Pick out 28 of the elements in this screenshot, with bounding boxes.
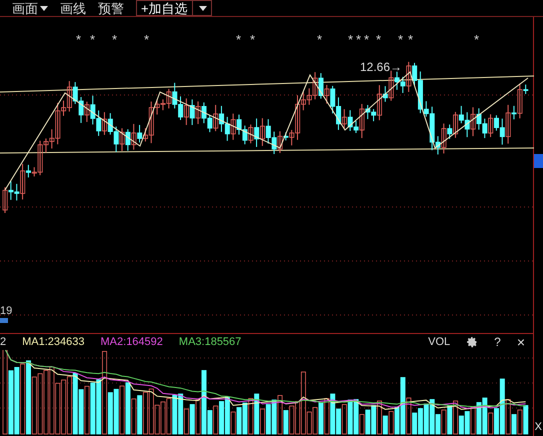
signal-mark: * [356, 33, 362, 46]
axis-label: 19 [0, 306, 12, 317]
ma-label: MA3:185567 [178, 334, 242, 350]
index-label: 2 [0, 334, 6, 350]
peak-price-label: 12.66→ [360, 59, 402, 76]
signal-mark: * [250, 33, 256, 46]
signal-mark: * [112, 33, 118, 46]
signal-mark: * [376, 33, 382, 46]
help-button[interactable]: ? [494, 333, 501, 351]
menu-button[interactable]: 画面 [12, 2, 48, 14]
signal-mark: * [474, 33, 480, 46]
close-button[interactable]: × [516, 335, 525, 349]
signal-mark: * [90, 33, 96, 46]
ma-label: MA1:234633 [22, 334, 85, 350]
toolbar-button[interactable]: 画线 [60, 2, 86, 14]
signal-mark: * [348, 33, 354, 46]
signal-mark: * [398, 33, 404, 46]
signal-mark: * [76, 33, 82, 46]
signal-mark: * [364, 33, 370, 46]
signal-mark: * [408, 33, 414, 46]
signal-mark: * [236, 33, 242, 46]
edge-label: X [534, 420, 542, 434]
add-watchlist-button[interactable]: +加自选 [136, 0, 193, 16]
signal-mark: * [144, 33, 150, 46]
indicator-title: VOL [428, 334, 450, 350]
signal-mark: * [317, 33, 322, 46]
ma-label: MA2:164592 [100, 334, 163, 350]
toolbar-button[interactable]: 预警 [98, 2, 124, 14]
